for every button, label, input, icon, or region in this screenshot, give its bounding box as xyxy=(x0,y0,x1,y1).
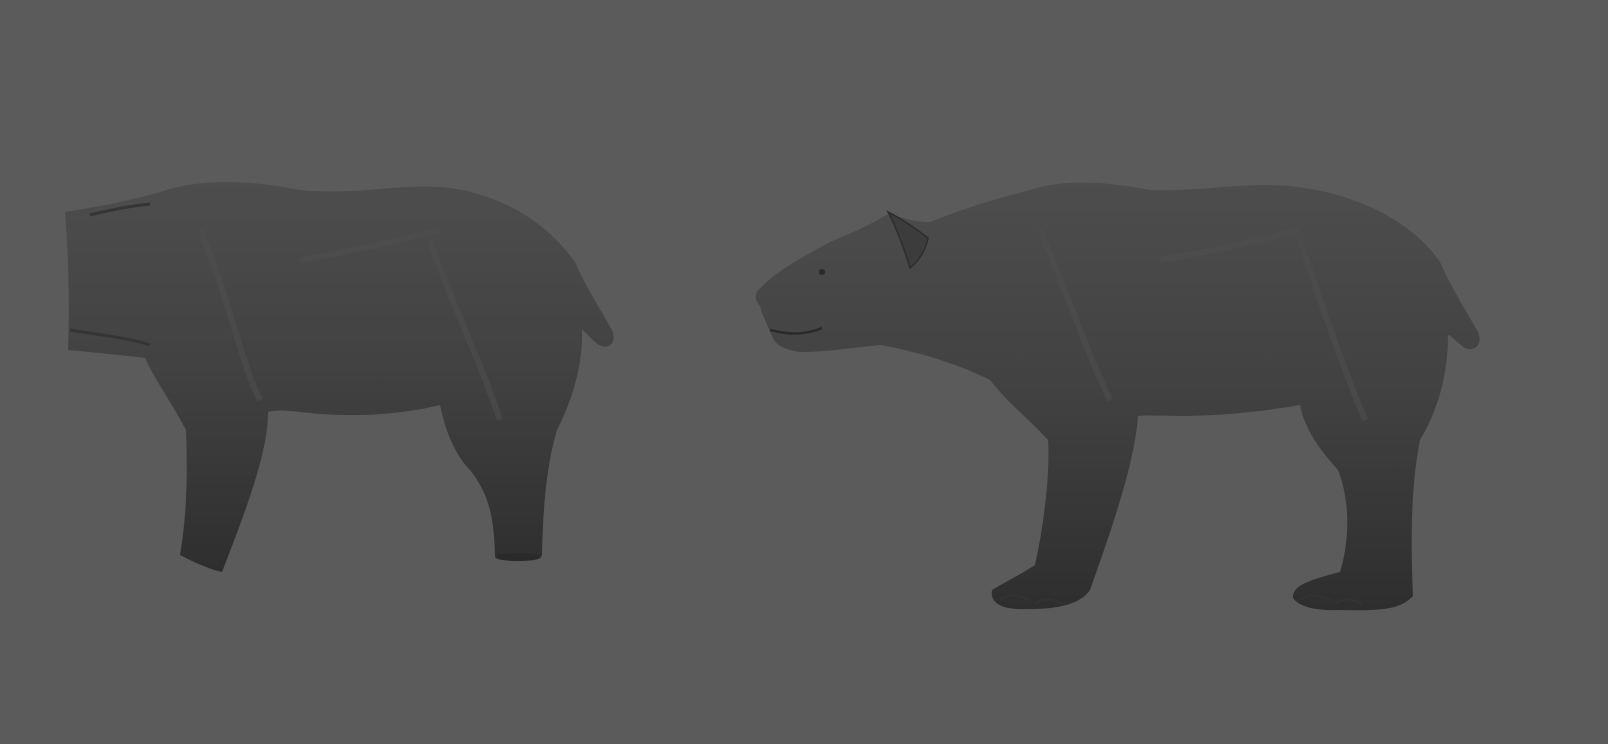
viewport-canvas[interactable] xyxy=(0,0,1608,744)
full-bear-eye xyxy=(819,269,825,275)
partial-bear-hind-leg-cut xyxy=(495,553,541,561)
3d-viewport[interactable] xyxy=(0,0,1608,744)
